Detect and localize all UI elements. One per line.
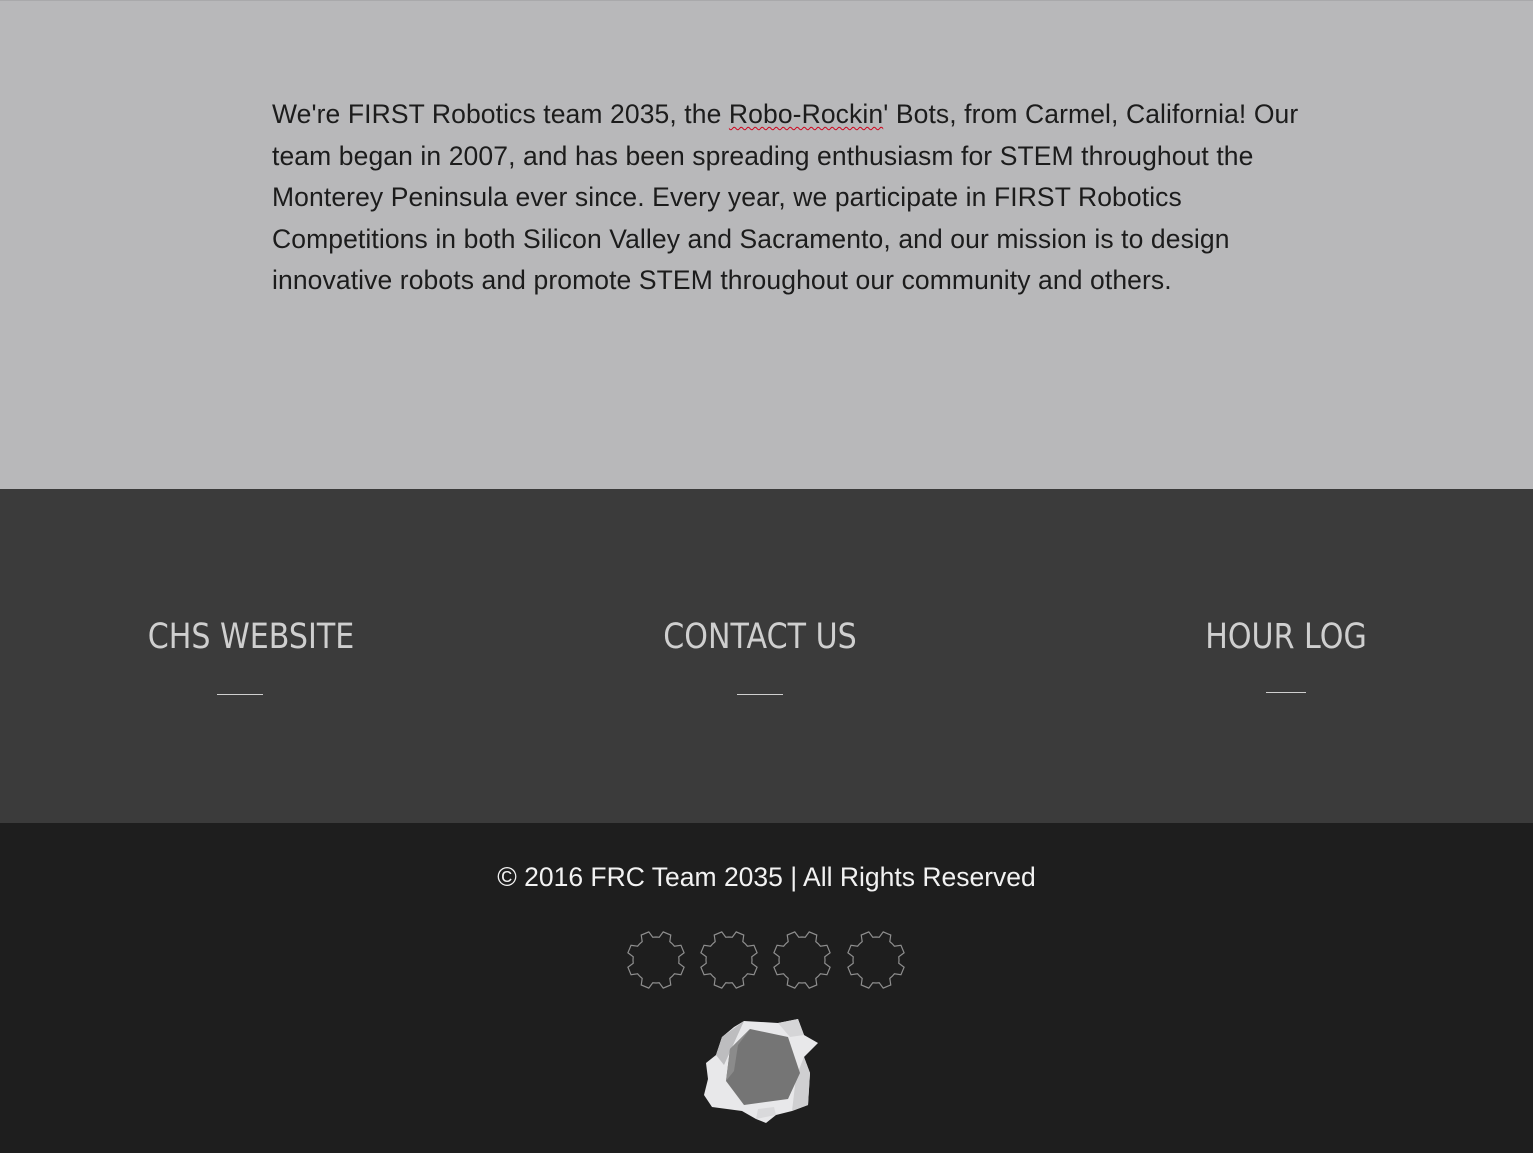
about-paragraph: We're FIRST Robotics team 2035, the Robo… [272,94,1312,302]
social-link-2[interactable] [697,928,761,992]
social-link-4[interactable] [844,928,908,992]
contact-us-divider [737,694,783,695]
chs-website-link[interactable]: CHS WEBSITE [91,615,411,695]
about-section: We're FIRST Robotics team 2035, the Robo… [0,0,1533,489]
gear-icon [700,931,758,989]
contact-us-label: CONTACT US [663,617,857,657]
team-name-misspelled: Robo-Rockin [728,99,884,129]
contact-us-link[interactable]: CONTACT US [600,615,920,695]
hour-log-divider [1266,692,1306,693]
social-link-1[interactable] [624,928,688,992]
social-link-3[interactable] [770,928,834,992]
copyright-text: © 2016 FRC Team 2035 | All Rights Reserv… [497,862,1036,892]
chs-website-divider [217,694,263,695]
footer: © 2016 FRC Team 2035 | All Rights Reserv… [0,823,1533,1153]
chs-website-label: CHS WEBSITE [147,617,355,657]
about-text-start: We're FIRST Robotics team 2035, the [272,99,729,129]
gear-icon [773,931,831,989]
hour-log-label: HOUR LOG [1205,617,1367,657]
gear-icon [847,931,905,989]
gear-icon [627,931,685,989]
hour-log-link[interactable]: HOUR LOG [1126,615,1446,693]
social-icons [624,928,914,992]
team-logo [704,1019,818,1123]
links-section: CHS WEBSITE CONTACT US HOUR LOG [0,489,1533,823]
